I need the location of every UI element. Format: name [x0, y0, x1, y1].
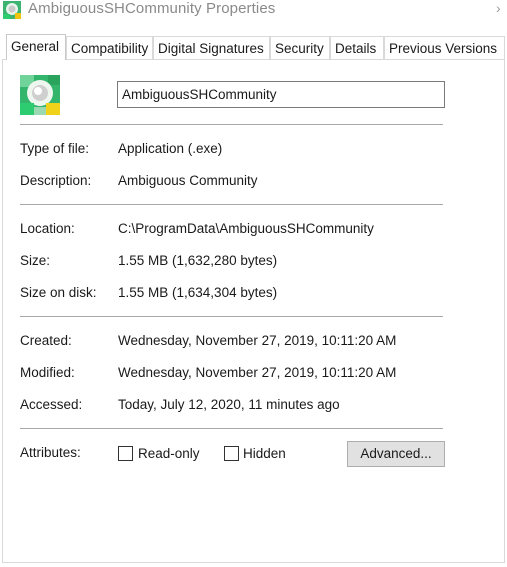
tab-previous-versions[interactable]: Previous Versions	[384, 36, 505, 59]
modified-value: Wednesday, November 27, 2019, 10:11:20 A…	[118, 365, 397, 380]
size-on-disk-value: 1.55 MB (1,634,304 bytes)	[118, 285, 278, 300]
hidden-label[interactable]: Hidden	[243, 446, 286, 461]
description-value: Ambiguous Community	[118, 173, 258, 188]
separator	[20, 428, 443, 429]
app-file-icon	[3, 1, 21, 19]
location-value: C:\ProgramData\AmbiguousSHCommunity	[118, 221, 374, 236]
hidden-checkbox[interactable]	[224, 446, 239, 461]
size-value: 1.55 MB (1,632,280 bytes)	[118, 253, 278, 268]
advanced-button[interactable]: Advanced...	[347, 441, 445, 467]
read-only-label[interactable]: Read-only	[138, 446, 200, 461]
type-of-file-value: Application (.exe)	[118, 141, 223, 156]
tab-digital-signatures[interactable]: Digital Signatures	[153, 36, 270, 59]
location-label: Location:	[20, 221, 75, 236]
app-file-icon	[20, 75, 60, 115]
general-panel	[2, 59, 505, 563]
created-value: Wednesday, November 27, 2019, 10:11:20 A…	[118, 333, 397, 348]
type-of-file-label: Type of file:	[20, 141, 90, 156]
modified-label: Modified:	[20, 365, 75, 380]
chevron-right-icon[interactable]: ›	[496, 0, 501, 16]
tab-details[interactable]: Details	[330, 36, 384, 59]
tab-security[interactable]: Security	[270, 36, 330, 59]
attributes-label: Attributes:	[20, 445, 81, 460]
separator	[20, 316, 443, 317]
separator	[20, 204, 443, 205]
tab-strip: General Compatibility Digital Signatures…	[2, 34, 507, 60]
tab-general[interactable]: General	[6, 34, 66, 60]
size-on-disk-label: Size on disk:	[20, 285, 97, 300]
tab-compatibility[interactable]: Compatibility	[66, 36, 153, 59]
file-name-field[interactable]	[117, 81, 445, 108]
title-bar: AmbiguousSHCommunity Properties ›	[0, 0, 507, 22]
description-label: Description:	[20, 173, 92, 188]
accessed-value: Today, July 12, 2020, 11 minutes ago	[118, 397, 340, 412]
created-label: Created:	[20, 333, 72, 348]
window-title: AmbiguousSHCommunity Properties	[28, 0, 276, 17]
read-only-checkbox[interactable]	[118, 446, 133, 461]
size-label: Size:	[20, 253, 51, 268]
separator	[20, 124, 443, 125]
accessed-label: Accessed:	[20, 397, 83, 412]
